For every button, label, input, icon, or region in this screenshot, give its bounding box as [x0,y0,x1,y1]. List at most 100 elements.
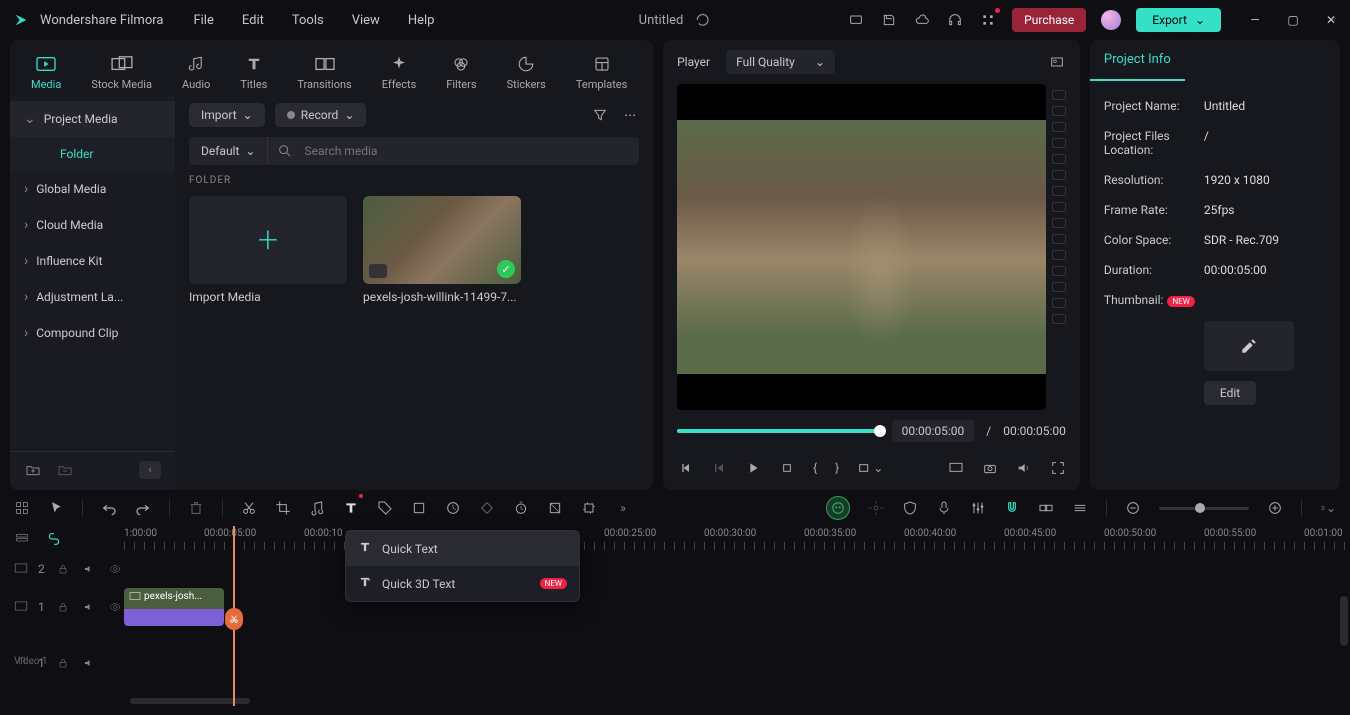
tab-filters[interactable]: Filters [440,50,482,95]
collapse-sidebar-button[interactable]: ‹ [139,461,161,479]
mark-out-icon[interactable]: } [835,461,839,475]
color-icon[interactable] [547,500,563,516]
snapshot-icon[interactable] [1048,53,1066,71]
import-dropdown[interactable]: Import⌄ [189,103,265,127]
minimize-icon[interactable]: — [1246,11,1264,29]
list-view-icon[interactable]: ⌄ [1320,500,1336,516]
record-dropdown[interactable]: Record⌄ [275,103,367,127]
lock-icon[interactable] [55,599,71,615]
horizontal-scrollbar[interactable] [130,698,250,704]
quality-dropdown[interactable]: Full Quality⌄ [726,50,835,74]
menu-view[interactable]: View [352,13,380,28]
camera-icon[interactable] [982,460,998,476]
headphones-icon[interactable] [946,11,964,29]
quick-3d-text-item[interactable]: Quick 3D Text NEW [346,566,579,601]
redo-icon[interactable] [135,500,151,516]
zoom-in-icon[interactable] [1267,500,1283,516]
sort-dropdown[interactable]: Default⌄ [189,137,268,165]
menu-edit[interactable]: Edit [242,13,264,28]
tab-titles[interactable]: Titles [234,50,273,95]
menu-tools[interactable]: Tools [292,13,324,28]
edit-button[interactable]: Edit [1204,381,1256,405]
select-tool-icon[interactable] [14,500,30,516]
device-icon[interactable] [847,11,865,29]
mute-icon[interactable] [81,599,97,615]
vertical-scrollbar[interactable] [1340,596,1348,646]
save-icon[interactable] [880,11,898,29]
search-input[interactable] [294,137,639,165]
export-button[interactable]: Export⌄ [1136,8,1221,32]
text-tool-icon[interactable] [343,500,359,516]
tab-media[interactable]: Media [25,50,67,95]
cloud-icon[interactable] [913,11,931,29]
undo-icon[interactable] [101,500,117,516]
tab-audio[interactable]: Audio [176,50,216,95]
ai-badge-icon[interactable] [826,496,850,520]
tab-stock-media[interactable]: Stock Media [85,50,158,95]
crop-icon[interactable] [275,500,291,516]
stop-icon[interactable] [779,460,795,476]
more-tools-icon[interactable]: » [615,500,631,516]
close-icon[interactable]: ✕ [1322,11,1340,29]
volume-icon[interactable] [1016,460,1032,476]
playhead-cut-handle[interactable] [225,608,243,630]
timeline-ruler[interactable]: 1:00:00 00:00:05:00 00:00:10 00:00:25:00… [124,526,1350,552]
tab-templates[interactable]: Templates [570,50,633,95]
sidebar-item-influence-kit[interactable]: Influence Kit [10,243,175,279]
remove-folder-icon[interactable] [56,461,74,479]
markers-icon[interactable] [1072,500,1088,516]
media-clip-card[interactable]: ✓ pexels-josh-willink-11499-7... [363,196,521,304]
enhance-icon[interactable] [868,500,884,516]
sidebar-item-project-media[interactable]: Project Media [10,101,175,137]
track-body[interactable] [124,552,1350,586]
track-layout-icon[interactable] [14,531,30,547]
zoom-slider[interactable] [1159,507,1249,510]
mic-icon[interactable] [936,500,952,516]
visibility-icon[interactable] [107,561,123,577]
prev-frame-icon[interactable] [677,460,693,476]
play-icon[interactable] [745,460,761,476]
thumbnail-box[interactable] [1204,321,1294,371]
apps-icon[interactable] [979,11,997,29]
tab-transitions[interactable]: Transitions [291,50,357,95]
cut-icon[interactable] [241,500,257,516]
visibility-icon[interactable] [107,599,123,615]
playhead[interactable] [233,526,235,706]
menu-help[interactable]: Help [408,13,435,28]
keyframe-icon[interactable] [479,500,495,516]
tab-effects[interactable]: Effects [376,50,423,95]
timer-icon[interactable] [513,500,529,516]
tab-stickers[interactable]: Stickers [501,50,552,95]
more-icon[interactable]: ⋯ [621,106,639,124]
delete-icon[interactable] [188,500,204,516]
zoom-out-icon[interactable] [1125,500,1141,516]
display-icon[interactable] [948,460,964,476]
tag-icon[interactable] [377,500,393,516]
play-reverse-icon[interactable] [711,460,727,476]
link-icon[interactable] [1038,500,1054,516]
magnet-icon[interactable] [1004,500,1020,516]
add-folder-icon[interactable] [24,461,42,479]
project-info-tab[interactable]: Project Info [1090,40,1185,81]
quick-text-item[interactable]: Quick Text [346,531,579,566]
lock-icon[interactable] [55,561,71,577]
link-tracks-icon[interactable] [46,531,62,547]
track-body[interactable] [124,646,1350,680]
mixer-icon[interactable] [970,500,986,516]
mark-in-icon[interactable]: { [813,461,817,475]
import-media-card[interactable]: + Import Media [189,196,347,304]
sidebar-item-cloud-media[interactable]: Cloud Media [10,207,175,243]
track-body[interactable]: pexels-josh... [124,586,1350,628]
timeline-clip[interactable]: pexels-josh... [124,588,224,626]
cursor-tool-icon[interactable] [48,500,64,516]
fullscreen-icon[interactable] [1050,460,1066,476]
filter-icon[interactable] [591,106,609,124]
adjust-icon[interactable] [581,500,597,516]
music-icon[interactable] [309,500,325,516]
sidebar-item-folder[interactable]: Folder [10,137,175,171]
menu-file[interactable]: File [193,13,213,28]
mute-icon[interactable] [81,655,97,671]
video-preview[interactable] [677,84,1046,410]
mask-icon[interactable] [411,500,427,516]
maximize-icon[interactable]: ▢ [1284,11,1302,29]
